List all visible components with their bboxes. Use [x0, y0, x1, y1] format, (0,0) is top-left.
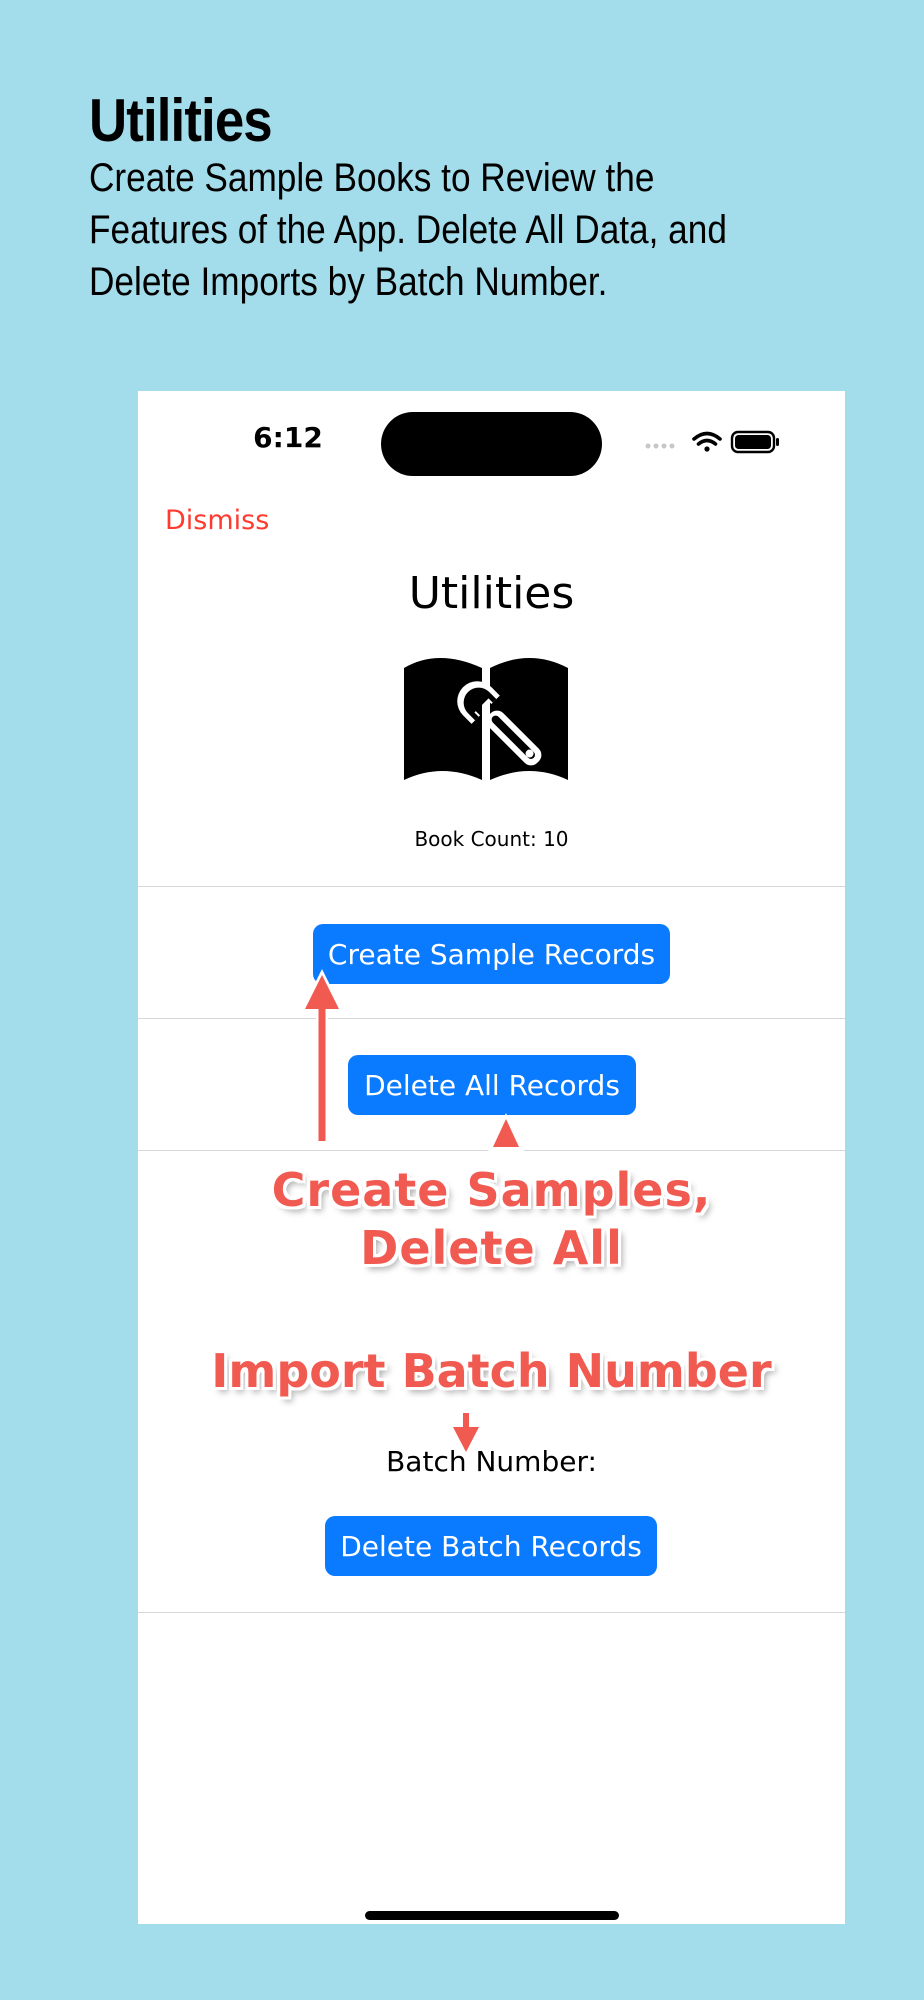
arrow-up-small-icon [488, 1113, 524, 1151]
status-time: 6:12 [253, 421, 323, 454]
batch-number-label: Batch Number: [386, 1445, 597, 1478]
annotation-create-delete: Create Samples, Delete All [138, 1161, 845, 1277]
book-count: Book Count: 10 [414, 827, 569, 851]
divider [138, 886, 845, 887]
create-sample-records-button[interactable]: Create Sample Records [313, 924, 670, 984]
signal-icon [645, 443, 675, 449]
dismiss-button[interactable]: Dismiss [165, 505, 269, 536]
delete-batch-records-button[interactable]: Delete Batch Records [325, 1516, 657, 1576]
divider [138, 1018, 845, 1019]
home-indicator [365, 1911, 619, 1920]
promo-title: Utilities [89, 87, 273, 154]
arrow-up-icon [300, 969, 344, 1141]
divider [138, 1150, 845, 1151]
screen-title: Utilities [408, 568, 575, 619]
battery-icon [730, 430, 779, 454]
dynamic-island [381, 412, 602, 476]
phone-screen: 6:12 Dismiss Utilities Book Count: 10 Cr… [138, 391, 845, 1924]
annotation-line-1: Create Samples, [271, 1163, 712, 1217]
divider [138, 1612, 845, 1613]
book-wrench-icon [404, 658, 568, 780]
promo-subtitle: Create Sample Books to Review the Featur… [89, 156, 727, 304]
annotation-arrows [300, 969, 524, 1457]
wifi-icon [692, 431, 722, 452]
delete-all-records-button[interactable]: Delete All Records [348, 1055, 636, 1115]
annotation-import-batch: Import Batch Number [211, 1344, 772, 1398]
status-icons [645, 430, 779, 454]
annotation-line-2: Delete All [360, 1221, 623, 1275]
